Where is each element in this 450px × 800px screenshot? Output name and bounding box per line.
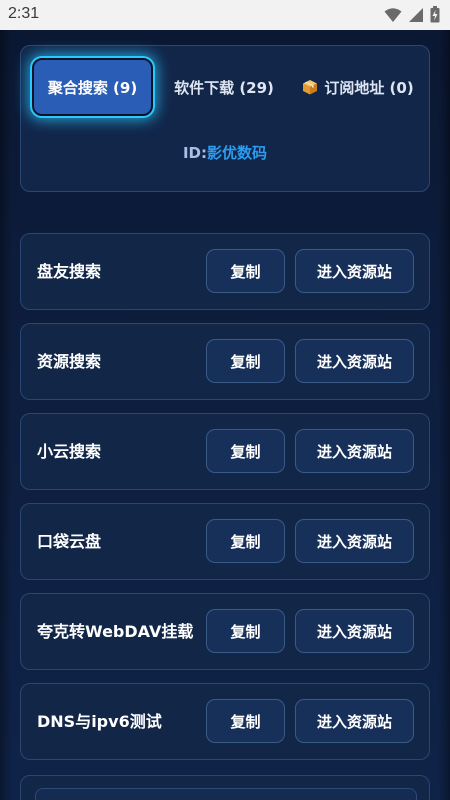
copy-button[interactable]: 复制 [206, 519, 285, 563]
tab-software-download[interactable]: 软件下载 (29) [163, 58, 285, 116]
status-icons [384, 6, 440, 23]
id-value: 影优数码 [207, 144, 268, 162]
tab-label: 订阅地址 (0) [324, 78, 414, 97]
copy-button[interactable]: 复制 [206, 699, 285, 743]
id-label: ID: [182, 144, 207, 162]
site-name: 小云搜索 [37, 442, 102, 461]
enter-site-button[interactable]: 进入资源站 [295, 339, 414, 383]
enter-site-button[interactable]: 进入资源站 [295, 699, 414, 743]
copy-button[interactable]: 复制 [206, 339, 285, 383]
site-card-partial [20, 775, 430, 800]
enter-site-button[interactable]: 进入资源站 [295, 519, 414, 563]
tab-label: 软件下载 (29) [174, 78, 274, 97]
signal-icon [409, 7, 423, 22]
status-bar: 2:31 [0, 0, 450, 30]
partial-card-inner [35, 788, 417, 800]
copy-button[interactable]: 复制 [206, 609, 285, 653]
id-line: ID:影优数码 [21, 142, 429, 163]
tab-label: 聚合搜索 (9) [47, 78, 138, 97]
site-card: 小云搜索 复制 进入资源站 [20, 413, 430, 490]
site-name: 夸克转WebDAV挂载 [37, 622, 194, 641]
site-name: 口袋云盘 [37, 532, 102, 551]
site-card: 口袋云盘 复制 进入资源站 [20, 503, 430, 580]
package-icon [303, 80, 318, 95]
wifi-icon [384, 7, 402, 22]
site-name: 盘友搜索 [37, 262, 102, 281]
site-card: 夸克转WebDAV挂载 复制 进入资源站 [20, 593, 430, 670]
battery-icon [430, 6, 440, 23]
header-card: 聚合搜索 (9) 软件下载 (29) 订阅地址 (0) ID:影优数码 [20, 45, 430, 192]
copy-button[interactable]: 复制 [206, 429, 285, 473]
site-card: DNS与ipv6测试 复制 进入资源站 [20, 683, 430, 760]
app-content: 聚合搜索 (9) 软件下载 (29) 订阅地址 (0) ID:影优数码 盘友搜索… [0, 30, 450, 800]
site-name: DNS与ipv6测试 [37, 712, 162, 731]
enter-site-button[interactable]: 进入资源站 [295, 429, 414, 473]
site-card: 盘友搜索 复制 进入资源站 [20, 233, 430, 310]
copy-button[interactable]: 复制 [206, 249, 285, 293]
tab-aggregate-search[interactable]: 聚合搜索 (9) [32, 58, 153, 116]
tab-subscription-address[interactable]: 订阅地址 (0) [291, 58, 425, 116]
site-name: 资源搜索 [37, 352, 102, 371]
enter-site-button[interactable]: 进入资源站 [295, 609, 414, 653]
status-time: 2:31 [8, 5, 40, 22]
tab-bar: 聚合搜索 (9) 软件下载 (29) 订阅地址 (0) [21, 46, 429, 132]
site-card: 资源搜索 复制 进入资源站 [20, 323, 430, 400]
enter-site-button[interactable]: 进入资源站 [295, 249, 414, 293]
